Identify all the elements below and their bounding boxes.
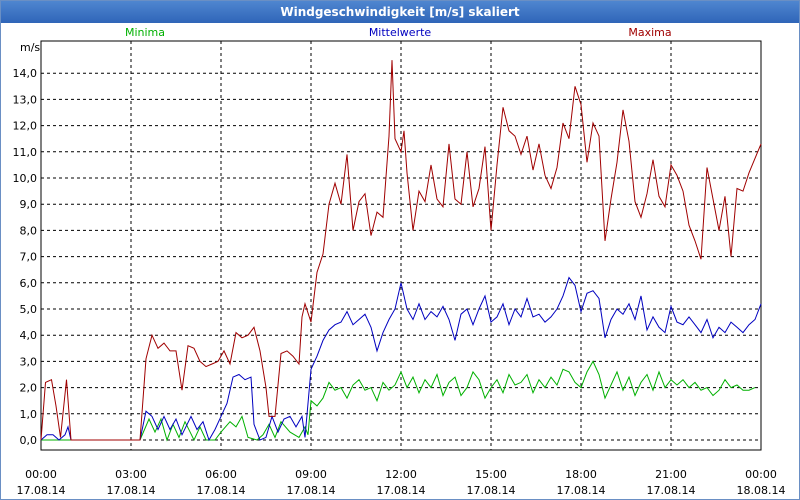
legend-mittelwerte: Mittelwerte bbox=[369, 26, 432, 39]
x-tick-date: 17.08.14 bbox=[557, 484, 606, 497]
y-tick-label: 9,0 bbox=[20, 198, 38, 211]
y-tick-label: 6,0 bbox=[20, 277, 38, 290]
wind-speed-chart: 0,0 1,0 2,0 3,0 4,0 5,0 6,0 7,0 8,0 9,0 10,0 11,0 12… bbox=[13, 26, 786, 497]
x-tick-date: 17.08.14 bbox=[647, 484, 696, 497]
x-tick-time: 21:00 bbox=[655, 468, 687, 481]
x-tick-date: 17.08.14 bbox=[377, 484, 426, 497]
x-tick-time: 00:00 bbox=[745, 468, 777, 481]
x-tick-date: 17.08.14 bbox=[17, 484, 66, 497]
x-tick-time: 18:00 bbox=[565, 468, 597, 481]
x-tick-time: 09:00 bbox=[295, 468, 327, 481]
series-line-minima bbox=[41, 360, 756, 442]
x-tick-time: 15:00 bbox=[475, 468, 507, 481]
x-tick-time: 12:00 bbox=[385, 468, 417, 481]
y-tick-label: 10,0 bbox=[13, 172, 38, 185]
x-tick-date: 17.08.14 bbox=[287, 484, 336, 497]
legend-minima: Minima bbox=[125, 26, 165, 39]
axis-ticks: 0,0 1,0 2,0 3,0 4,0 5,0 6,0 7,0 8,0 9,0 10,0 11,0 12… bbox=[13, 67, 786, 497]
y-tick-label: 7,0 bbox=[20, 251, 38, 264]
y-tick-label: 12,0 bbox=[13, 120, 38, 133]
x-tick-time: 06:00 bbox=[205, 468, 237, 481]
y-tick-label: 14,0 bbox=[13, 67, 38, 80]
y-axis-label: m/s bbox=[20, 41, 40, 54]
y-tick-label: 11,0 bbox=[13, 146, 38, 159]
y-tick-label: 0,0 bbox=[20, 434, 38, 447]
x-tick-date: 17.08.14 bbox=[467, 484, 516, 497]
legend-maxima: Maxima bbox=[628, 26, 671, 39]
y-tick-label: 3,0 bbox=[20, 355, 38, 368]
x-tick-date: 17.08.14 bbox=[107, 484, 156, 497]
y-tick-label: 2,0 bbox=[20, 382, 38, 395]
y-tick-label: 8,0 bbox=[20, 224, 38, 237]
x-tick-date: 17.08.14 bbox=[197, 484, 246, 497]
x-tick-time: 00:00 bbox=[25, 468, 57, 481]
y-tick-label: 1,0 bbox=[20, 408, 38, 421]
y-tick-label: 5,0 bbox=[20, 303, 38, 316]
x-tick-time: 03:00 bbox=[115, 468, 147, 481]
y-tick-label: 13,0 bbox=[13, 93, 38, 106]
x-tick-date: 18.08.14 bbox=[737, 484, 786, 497]
y-tick-label: 4,0 bbox=[20, 329, 38, 342]
